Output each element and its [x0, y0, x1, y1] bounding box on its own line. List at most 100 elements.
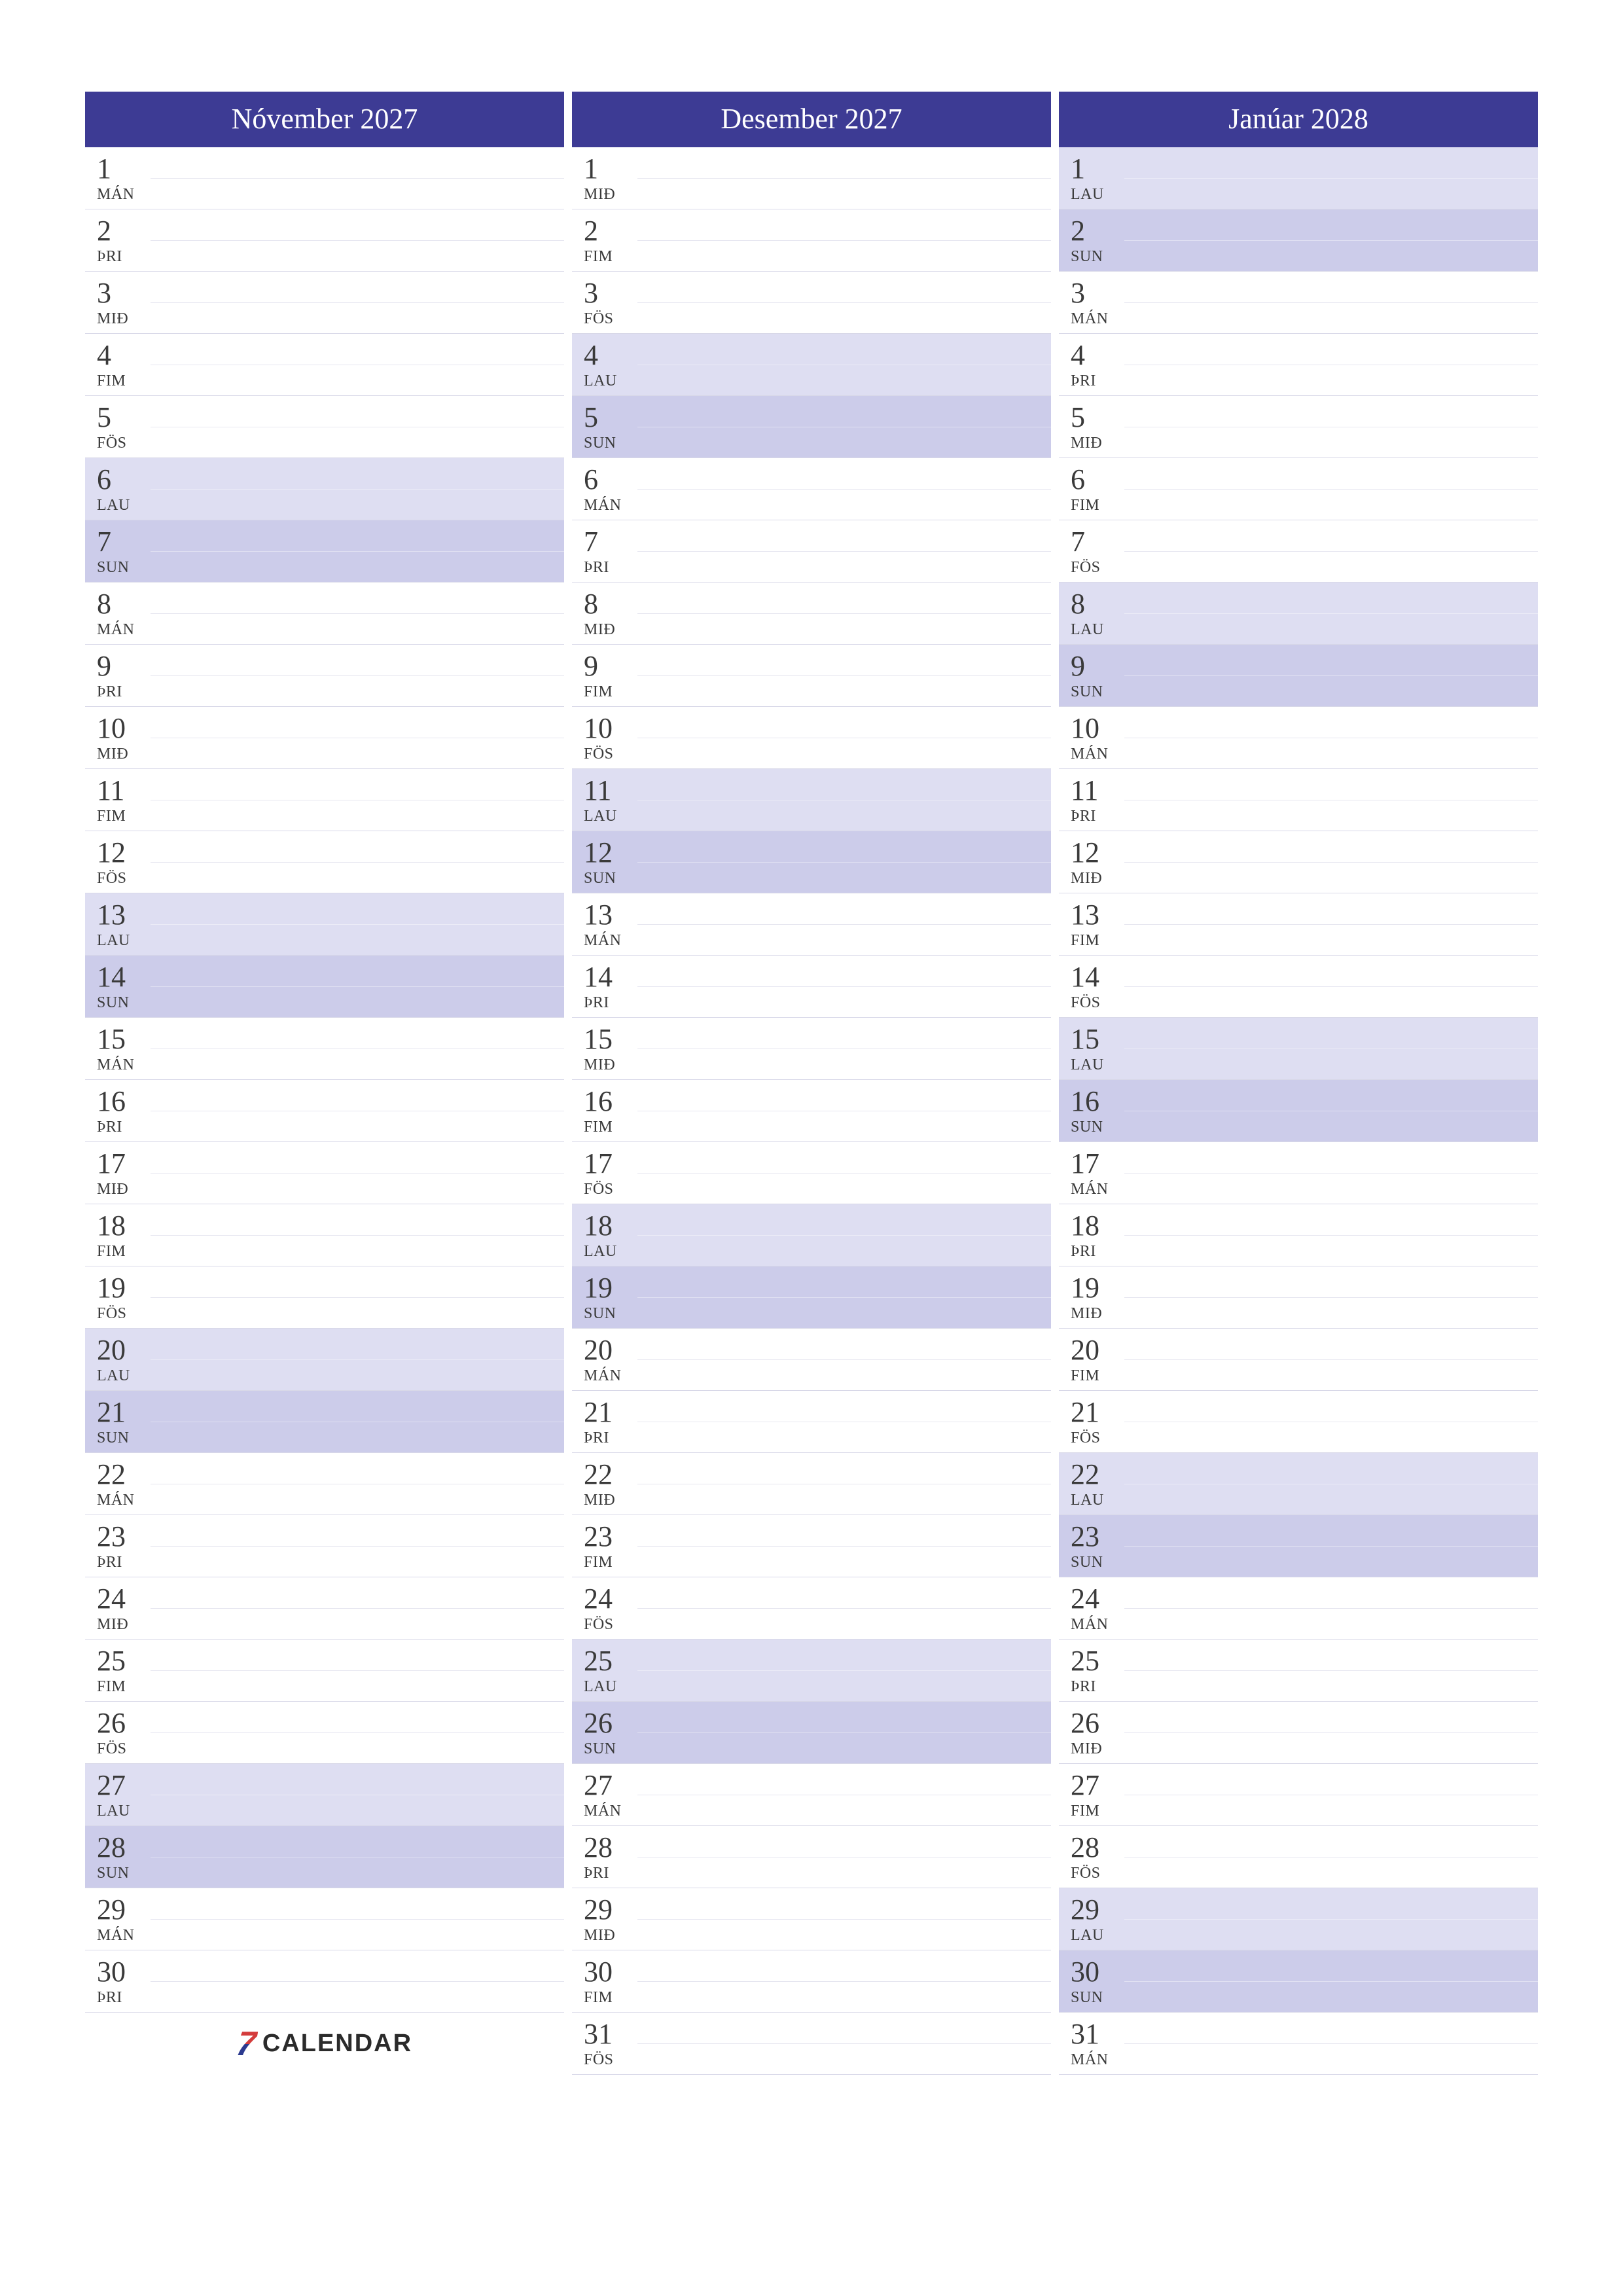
day-row: 9SUN [1059, 645, 1538, 707]
day-number: 11 [584, 776, 1051, 805]
day-row: 4LAU [572, 334, 1051, 396]
day-abbrev: FÖS [1071, 994, 1538, 1012]
day-number: 29 [97, 1895, 564, 1924]
day-abbrev: MIÐ [1071, 870, 1538, 888]
day-abbrev: MIÐ [97, 1181, 564, 1198]
day-abbrev: MIÐ [1071, 1305, 1538, 1323]
day-number: 28 [584, 1833, 1051, 1862]
brand-logo: 7CALENDAR [85, 2013, 564, 2075]
day-abbrev: SUN [1071, 1119, 1538, 1136]
day-row: 2SUN [1059, 209, 1538, 272]
day-row: 17 FÖS [572, 1142, 1051, 1204]
day-row: 29MÁN [85, 1888, 564, 1950]
day-row: 1LAU [1059, 147, 1538, 209]
month-header: Nóvember 2027 [85, 92, 564, 147]
day-row: 12SUN [572, 831, 1051, 893]
day-abbrev: MÁN [584, 497, 1051, 514]
day-abbrev: FIM [97, 808, 564, 825]
day-row: 7ÞRI [572, 520, 1051, 583]
day-number: 4 [1071, 341, 1538, 370]
day-abbrev: ÞRI [97, 1119, 564, 1136]
day-abbrev: FIM [584, 1119, 1051, 1136]
day-row: 21SUN [85, 1391, 564, 1453]
day-number: 26 [97, 1709, 564, 1738]
day-abbrev: FIM [584, 1989, 1051, 2007]
day-abbrev: ÞRI [584, 559, 1051, 577]
day-abbrev: LAU [1071, 621, 1538, 639]
day-number: 8 [584, 590, 1051, 619]
day-number: 20 [1071, 1336, 1538, 1365]
day-abbrev: MÁN [1071, 310, 1538, 328]
day-row: 21FÖS [1059, 1391, 1538, 1453]
day-abbrev: SUN [584, 1740, 1051, 1758]
day-abbrev: MIÐ [1071, 1740, 1538, 1758]
day-row: 23 ÞRI [85, 1515, 564, 1577]
day-abbrev: ÞRI [584, 1429, 1051, 1447]
day-row: 7FÖS [1059, 520, 1538, 583]
day-number: 4 [97, 341, 564, 370]
day-row: 16ÞRI [85, 1080, 564, 1142]
day-abbrev: FIM [97, 1243, 564, 1261]
day-number: 16 [1071, 1087, 1538, 1116]
day-row: 13MÁN [572, 893, 1051, 956]
day-row: 11LAU [572, 769, 1051, 831]
day-number: 21 [1071, 1398, 1538, 1427]
day-abbrev: ÞRI [97, 683, 564, 701]
day-row: 8MIÐ [572, 583, 1051, 645]
day-abbrev: FIM [584, 248, 1051, 266]
day-row: 2FIM [572, 209, 1051, 272]
day-row: 13FIM [1059, 893, 1538, 956]
day-row: 19MIÐ [1059, 1266, 1538, 1329]
day-abbrev: ÞRI [97, 1554, 564, 1571]
day-row: 16FIM [572, 1080, 1051, 1142]
day-number: 17 [584, 1149, 1051, 1178]
day-abbrev: SUN [584, 1305, 1051, 1323]
day-number: 29 [1071, 1895, 1538, 1924]
day-number: 15 [1071, 1025, 1538, 1054]
day-number: 9 [1071, 652, 1538, 681]
day-abbrev: FÖS [584, 1616, 1051, 1634]
day-abbrev: FÖS [97, 870, 564, 888]
day-number: 5 [584, 403, 1051, 432]
day-number: 13 [97, 901, 564, 929]
day-abbrev: MIÐ [584, 1056, 1051, 1074]
day-number: 26 [1071, 1709, 1538, 1738]
day-abbrev: MÁN [97, 186, 564, 204]
month-header: Janúar 2028 [1059, 92, 1538, 147]
day-number: 22 [97, 1460, 564, 1489]
day-abbrev: FIM [1071, 1367, 1538, 1385]
day-number: 27 [97, 1771, 564, 1800]
day-row: 8LAU [1059, 583, 1538, 645]
day-number: 23 [97, 1522, 564, 1551]
day-number: 21 [97, 1398, 564, 1427]
day-abbrev: FÖS [584, 1181, 1051, 1198]
day-number: 19 [97, 1274, 564, 1302]
day-number: 28 [1071, 1833, 1538, 1862]
day-number: 27 [584, 1771, 1051, 1800]
day-row: 3MIÐ [85, 272, 564, 334]
day-abbrev: LAU [1071, 1492, 1538, 1509]
day-row: 10MÁN [1059, 707, 1538, 769]
day-number: 30 [1071, 1958, 1538, 1986]
day-number: 14 [584, 963, 1051, 992]
day-row: 6MÁN [572, 458, 1051, 520]
day-abbrev: MÁN [584, 932, 1051, 950]
day-row: 11ÞRI [1059, 769, 1538, 831]
day-number: 7 [97, 528, 564, 556]
day-row: 24FÖS [572, 1577, 1051, 1640]
calendar-grid: Nóvember 20271MÁN2ÞRI3MIÐ4FIM5FÖS6LAU7SU… [85, 92, 1538, 2075]
day-number: 5 [1071, 403, 1538, 432]
day-row: 15MIÐ [572, 1018, 1051, 1080]
day-row: 25LAU [572, 1640, 1051, 1702]
day-row: 19FÖS [85, 1266, 564, 1329]
day-abbrev: ÞRI [97, 248, 564, 266]
day-abbrev: MÁN [97, 621, 564, 639]
day-number: 10 [1071, 714, 1538, 743]
day-row: 27FIM [1059, 1764, 1538, 1826]
day-abbrev: LAU [584, 372, 1051, 390]
day-row: 30FIM [572, 1950, 1051, 2013]
day-row: 14ÞRI [572, 956, 1051, 1018]
day-abbrev: MÁN [1071, 2051, 1538, 2069]
day-row: 18LAU [572, 1204, 1051, 1266]
day-number: 23 [1071, 1522, 1538, 1551]
